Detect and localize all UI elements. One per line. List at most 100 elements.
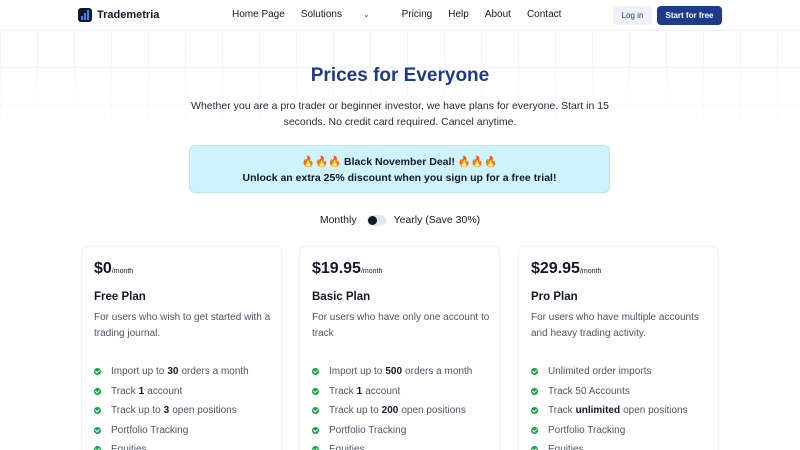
check-icon [531, 446, 538, 450]
check-icon [312, 368, 319, 376]
feature-item: Portfolio Tracking [94, 421, 249, 441]
feature-text-suffix: orders a month [405, 366, 473, 378]
feature-item: Equities [94, 440, 249, 450]
feature-item: Equities [312, 440, 472, 450]
feature-text: Track 50 Accounts [548, 385, 630, 397]
billing-monthly-label[interactable]: Monthly [320, 214, 357, 226]
check-icon [531, 407, 538, 415]
feature-text: Portfolio Tracking [329, 424, 407, 436]
fire-icon: 🔥🔥🔥 [301, 156, 342, 168]
billing-toggle-row: Monthly Yearly (Save 30%) [0, 214, 800, 226]
nav-link-solutions[interactable]: Solutions ⌄ [301, 9, 386, 20]
feature-item: Track 50 Accounts [531, 382, 688, 402]
feature-text: Import up to [111, 366, 165, 378]
feature-item: Track 1 account [94, 382, 249, 402]
plan-price: $19.95/month [312, 260, 382, 278]
check-icon [531, 426, 538, 434]
top-navigation: Trademetria Home Page Solutions ⌄ Pricing… [0, 0, 800, 30]
billing-yearly-label[interactable]: Yearly (Save 30%) [394, 214, 481, 226]
feature-item: Equities [531, 440, 688, 450]
check-icon [94, 407, 101, 415]
feature-text: Track up to [111, 405, 161, 417]
feature-text: Equities [111, 444, 147, 450]
feature-item: Unlimited order imports [531, 362, 688, 382]
page-title: Prices for Everyone [310, 65, 490, 86]
fire-icon: 🔥🔥🔥 [457, 156, 498, 168]
feature-text: Track [111, 385, 136, 397]
feature-item: Track 1 account [312, 382, 472, 402]
nav-links: Home Page Solutions ⌄ Pricing Help About … [232, 9, 577, 20]
nav-link-pricing[interactable]: Pricing [402, 9, 433, 20]
page-subtitle: Whether you are a pro trader or beginner… [191, 100, 609, 128]
chart-logo-icon [78, 8, 92, 22]
check-icon [94, 446, 101, 450]
plan-card: $19.95/month Basic Plan For users who have… [299, 246, 500, 450]
start-free-button[interactable]: Start for free [657, 6, 722, 25]
plan-price-amount: $29.95 [531, 260, 580, 277]
feature-text-suffix: account [365, 385, 401, 397]
plan-price: $29.95/month [531, 260, 601, 278]
plan-features: Unlimited order imports Track 50 Accounts… [531, 362, 688, 450]
feature-highlight: 200 [381, 405, 399, 417]
promo-banner: 🔥🔥🔥 Black November Deal! 🔥🔥🔥 Unlock an e… [189, 145, 610, 193]
plan-price-period: /month [360, 268, 383, 275]
nav-link-solutions-label: Solutions [300, 9, 342, 20]
plan-description: For users who wish to get started with a… [94, 312, 271, 339]
plan-card: $29.95/month Pro Plan For users who have m… [518, 246, 719, 450]
plan-card: $0/month Free Plan For users who wish to g… [81, 246, 282, 450]
feature-highlight: 1 [138, 385, 145, 397]
check-icon [312, 387, 319, 395]
plan-features: Import up to 30 orders a month Track 1 accoun… [94, 362, 249, 450]
plan-price-period: /month [579, 268, 602, 275]
check-icon [94, 387, 101, 395]
check-icon [94, 368, 101, 376]
feature-highlight: 1 [356, 385, 363, 397]
promo-title: Black November Deal! [344, 156, 455, 168]
brand-logo[interactable]: Trademetria [78, 8, 159, 22]
check-icon [531, 368, 538, 376]
plan-name: Basic Plan [312, 291, 371, 303]
feature-item: Track up to 3 open positions [94, 401, 249, 421]
nav-link-contact[interactable]: Contact [527, 9, 561, 20]
login-button[interactable]: Log in [613, 6, 652, 25]
plan-description: For users who have multiple accounts and… [531, 312, 699, 339]
feature-text: Track up to [329, 405, 379, 417]
plan-price-amount: $19.95 [312, 260, 361, 277]
check-icon [312, 446, 319, 450]
feature-highlight: unlimited [575, 405, 621, 417]
check-icon [531, 387, 538, 395]
promo-text: Unlock an extra 25% discount when you si… [190, 171, 609, 186]
feature-text: Equities [329, 444, 365, 450]
feature-text-suffix: account [147, 385, 183, 397]
toggle-knob [367, 215, 377, 225]
feature-item: Import up to 500 orders a month [312, 362, 472, 382]
feature-item: Track unlimited open positions [531, 401, 688, 421]
feature-highlight: 3 [163, 405, 170, 417]
feature-highlight: 500 [385, 366, 403, 378]
feature-item: Portfolio Tracking [312, 421, 472, 441]
plan-name: Free Plan [94, 291, 146, 303]
plan-price: $0/month [94, 260, 133, 278]
feature-text: Import up to [329, 366, 383, 378]
plan-price-amount: $0 [94, 260, 112, 277]
promo-text-rest: an extra 25% discount when you sign up f… [280, 172, 557, 184]
plan-features: Import up to 500 orders a month Track 1 accou… [312, 362, 472, 450]
nav-link-about[interactable]: About [485, 9, 511, 20]
billing-toggle-switch[interactable] [366, 214, 386, 226]
plan-price-period: /month [111, 268, 134, 275]
feature-text-suffix: open positions [623, 405, 688, 417]
feature-text: Track [329, 385, 354, 397]
feature-text: Unlimited order imports [548, 366, 652, 378]
feature-text: Portfolio Tracking [111, 424, 189, 436]
feature-text: Equities [548, 444, 584, 450]
feature-item: Track up to 200 open positions [312, 401, 472, 421]
feature-text: Track [548, 405, 573, 417]
feature-text-suffix: open positions [172, 405, 237, 417]
check-icon [94, 426, 101, 434]
nav-link-home[interactable]: Home Page [232, 9, 285, 20]
feature-item: Import up to 30 orders a month [94, 362, 249, 382]
feature-highlight: 30 [167, 366, 179, 378]
plan-name: Pro Plan [531, 291, 578, 303]
nav-link-help[interactable]: Help [448, 9, 469, 20]
feature-item: Portfolio Tracking [531, 421, 688, 441]
